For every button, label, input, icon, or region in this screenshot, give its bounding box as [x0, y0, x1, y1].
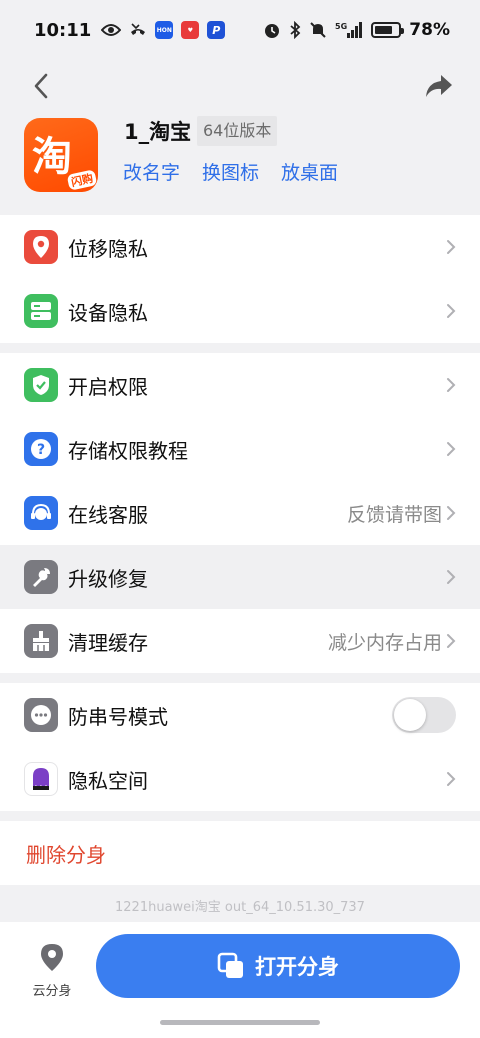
add-to-desktop-link[interactable]: 放桌面 [281, 158, 338, 185]
row-hint: 减少内存占用 [327, 631, 442, 654]
chevron-right-icon [447, 570, 456, 584]
settings-row-clear-cache[interactable]: 清理缓存 减少内存占用 [0, 609, 480, 673]
question-icon: ? [24, 432, 58, 466]
settings-row-private-space[interactable]: 隐私空间 [0, 747, 480, 811]
toggle-knob [394, 699, 426, 731]
row-hint: 反馈请带图 [346, 503, 442, 526]
signal-5g-icon: 5G [335, 21, 363, 39]
svg-text:?: ? [37, 442, 45, 458]
open-clone-button[interactable]: 打开分身 [96, 934, 460, 998]
status-time: 10:11 [34, 19, 92, 41]
settings-row-location-privacy[interactable]: 位移隐私 [0, 215, 480, 279]
delete-clone-row: 删除分身 [0, 821, 480, 885]
settings-row-storage-tutorial[interactable]: ? 存储权限教程 [0, 417, 480, 481]
location-pin-icon [41, 944, 63, 971]
chevron-right-icon [447, 506, 456, 520]
delete-clone-button[interactable]: 删除分身 [26, 839, 106, 868]
change-icon-link[interactable]: 换图标 [202, 158, 259, 185]
status-bar: 10:11 HON ♥ P 5G 78% [0, 0, 480, 60]
alarm-icon [263, 21, 281, 39]
device-storage-icon [24, 294, 58, 328]
settings-row-device-privacy[interactable]: 设备隐私 [0, 279, 480, 343]
pin-app-icon: P [207, 21, 226, 39]
row-label: 开启权限 [68, 374, 148, 399]
bottom-bar: 云分身 打开分身 [0, 922, 480, 1038]
privacy-group: 位移隐私 设备隐私 [0, 215, 480, 343]
chevron-right-icon [447, 772, 456, 786]
honor-app-icon: HON [155, 21, 174, 39]
missed-call-icon [129, 22, 147, 38]
chevron-right-icon [447, 378, 456, 392]
back-button[interactable] [28, 70, 56, 102]
chevron-left-icon [34, 73, 48, 99]
bluetooth-icon [289, 21, 301, 39]
row-label: 在线客服 [68, 502, 148, 527]
settings-row-online-support[interactable]: 在线客服 反馈请带图 [0, 481, 480, 545]
row-label: 位移隐私 [68, 236, 148, 261]
cloud-clone-label: 云分身 [32, 984, 72, 999]
privacy-mode-group: 防串号模式 隐私空间 [0, 683, 480, 811]
permissions-group: 开启权限 ? 存储权限教程 在线客服 反馈请带图 升级修复 清理缓存 减少内存占… [0, 353, 480, 673]
chevron-right-icon [447, 240, 456, 254]
battery-icon [371, 22, 405, 38]
broom-icon [24, 624, 58, 658]
headset-icon [24, 496, 58, 530]
share-arrow-icon [426, 75, 452, 97]
shield-check-icon [24, 368, 58, 402]
mute-bell-icon [309, 21, 327, 39]
row-label: 升级修复 [68, 566, 148, 591]
svg-text:5G: 5G [335, 22, 347, 31]
settings-row-upgrade-repair[interactable]: 升级修复 [0, 545, 480, 609]
location-pin-icon [24, 230, 58, 264]
chevron-right-icon [447, 442, 456, 456]
cloud-clone-button[interactable]: 云分身 [20, 942, 84, 999]
app-header: 淘 闪购 1_淘宝 64位版本 改名字 换图标 放桌面 [0, 110, 480, 215]
open-clone-label: 打开分身 [255, 955, 339, 979]
version-badge: 64位版本 [197, 116, 278, 146]
settings-row-enable-permissions[interactable]: 开启权限 [0, 353, 480, 417]
top-nav [0, 60, 480, 110]
taobao-app-icon: 淘 闪购 [24, 118, 98, 192]
share-button[interactable] [424, 72, 454, 100]
app-icon-glyph: 淘 [32, 134, 72, 180]
battery-percent: 78% [409, 20, 450, 40]
ghost-icon [24, 762, 58, 796]
anti-cross-account-toggle[interactable] [392, 697, 456, 733]
rename-link[interactable]: 改名字 [123, 158, 180, 185]
row-label: 设备隐私 [68, 300, 148, 325]
home-indicator[interactable] [160, 1020, 320, 1025]
row-label: 清理缓存 [68, 630, 148, 655]
settings-row-anti-cross-account: 防串号模式 [0, 683, 480, 747]
copy-window-icon [217, 952, 243, 978]
app-name: 1_淘宝 [124, 120, 192, 144]
version-text: 1221huawei淘宝 out_64_10.51.30_737 [115, 900, 365, 915]
more-dots-icon [24, 698, 58, 732]
app-actions: 改名字 换图标 放桌面 [123, 158, 338, 185]
row-label: 存储权限教程 [68, 438, 188, 463]
wrench-icon [24, 560, 58, 594]
chevron-right-icon [447, 304, 456, 318]
love-app-icon: ♥ [181, 21, 200, 39]
row-label: 防串号模式 [68, 704, 168, 729]
row-label: 隐私空间 [68, 768, 148, 793]
chevron-right-icon [447, 634, 456, 648]
eye-icon [101, 23, 122, 37]
